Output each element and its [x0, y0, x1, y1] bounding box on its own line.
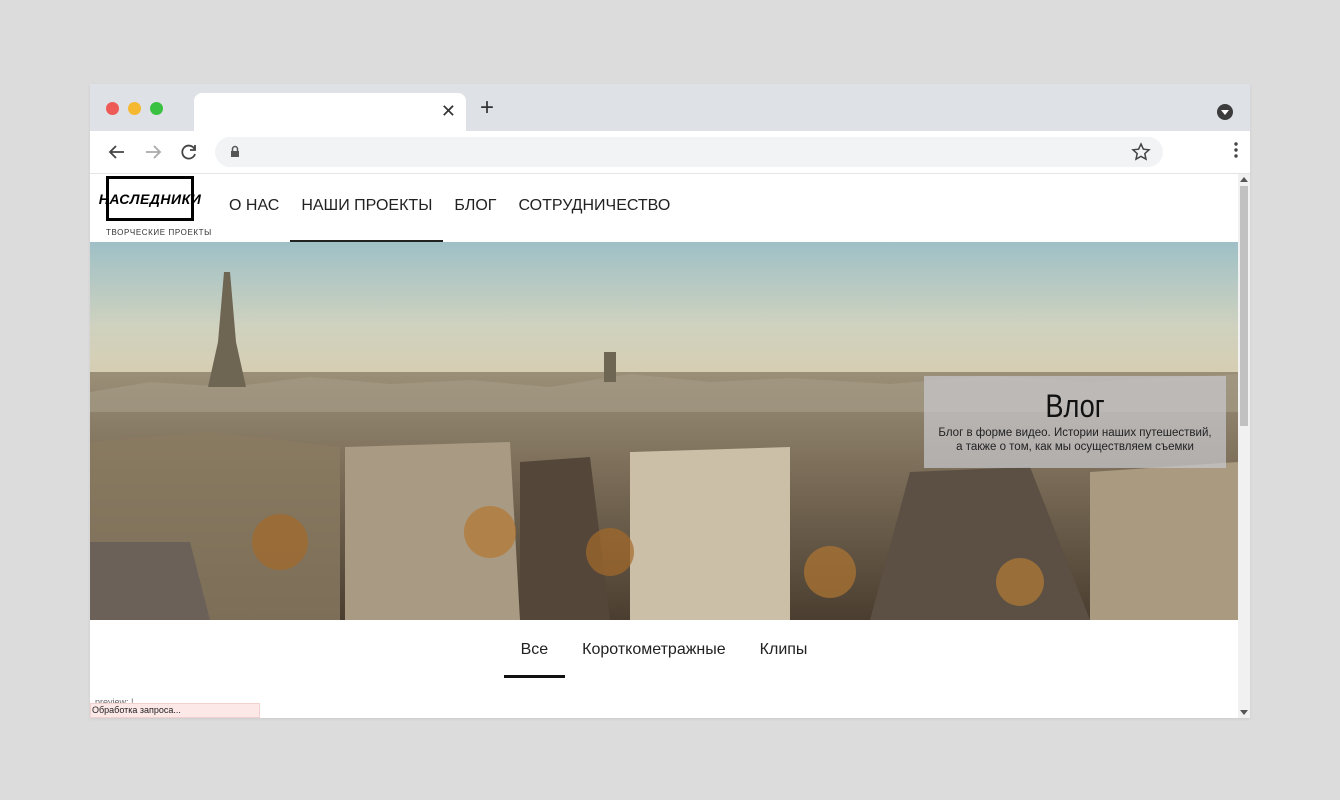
main-menu: О НАС НАШИ ПРОЕКТЫ БЛОГ СОТРУДНИЧЕСТВО: [218, 174, 681, 242]
hero-title: Влог: [1045, 388, 1105, 424]
menu-item-about[interactable]: О НАС: [218, 174, 290, 242]
maximize-window-button[interactable]: [150, 102, 163, 115]
menu-kebab-icon[interactable]: [1234, 141, 1238, 159]
filter-tab-short-films[interactable]: Короткометражные: [565, 620, 743, 678]
menu-item-projects[interactable]: НАШИ ПРОЕКТЫ: [290, 174, 444, 242]
back-button[interactable]: [105, 140, 129, 164]
filter-tab-all[interactable]: Все: [503, 620, 566, 678]
minimize-window-button[interactable]: [128, 102, 141, 115]
hero-banner: Влог Блог в форме видео. Истории наших п…: [90, 242, 1238, 620]
site-logo[interactable]: НАСЛЕДНИКИ ТВОРЧЕСКИЕ ПРОЕКТЫ: [99, 176, 211, 238]
hero-description: Блог в форме видео. Истории наших путеше…: [938, 427, 1212, 453]
browser-toolbar: [90, 131, 1250, 174]
reload-icon: [181, 144, 196, 160]
tab-bar: ✕ +: [90, 84, 1250, 131]
close-window-button[interactable]: [106, 102, 119, 115]
forward-button[interactable]: [141, 140, 165, 164]
hero-caption-card: Влог Блог в форме видео. Истории наших п…: [924, 376, 1226, 468]
page-viewport: НАСЛЕДНИКИ ТВОРЧЕСКИЕ ПРОЕКТЫ О НАС НАШИ…: [90, 174, 1238, 718]
tab-close-icon[interactable]: ✕: [441, 101, 456, 121]
logo-subtitle: ТВОРЧЕСКИЕ ПРОЕКТЫ: [106, 228, 212, 237]
menu-item-cooperation[interactable]: СОТРУДНИЧЕСТВО: [507, 174, 681, 242]
address-bar[interactable]: [215, 137, 1163, 167]
scroll-down-icon[interactable]: [1240, 710, 1248, 715]
page-scrollbar[interactable]: [1238, 174, 1250, 718]
scroll-up-icon[interactable]: [1240, 177, 1248, 182]
back-arrow-icon: [108, 145, 124, 159]
tab-search-icon[interactable]: [1217, 104, 1233, 120]
logo-frame: НАСЛЕДНИКИ: [99, 176, 201, 221]
forward-arrow-icon: [146, 145, 162, 159]
lock-icon: [231, 145, 239, 157]
reload-button[interactable]: [177, 140, 201, 164]
project-filter-tabs: Все Короткометражные Клипы: [90, 620, 1238, 684]
new-tab-button[interactable]: +: [480, 96, 494, 120]
status-processing-bar: Обработка запроса...: [90, 703, 260, 718]
menu-item-blog[interactable]: БЛОГ: [443, 174, 507, 242]
bookmark-star-icon[interactable]: [1131, 142, 1151, 162]
scroll-thumb[interactable]: [1240, 186, 1248, 426]
filter-tab-clips[interactable]: Клипы: [743, 620, 825, 678]
logo-text: НАСЛЕДНИКИ: [98, 190, 202, 207]
browser-window: ✕ + НАСЛЕДНИКИ ТВОРЧЕСКИЕ ПРОЕКТЫ О НАС …: [90, 84, 1250, 718]
browser-tab[interactable]: ✕: [194, 93, 466, 131]
site-header: НАСЛЕДНИКИ ТВОРЧЕСКИЕ ПРОЕКТЫ О НАС НАШИ…: [90, 174, 1238, 242]
